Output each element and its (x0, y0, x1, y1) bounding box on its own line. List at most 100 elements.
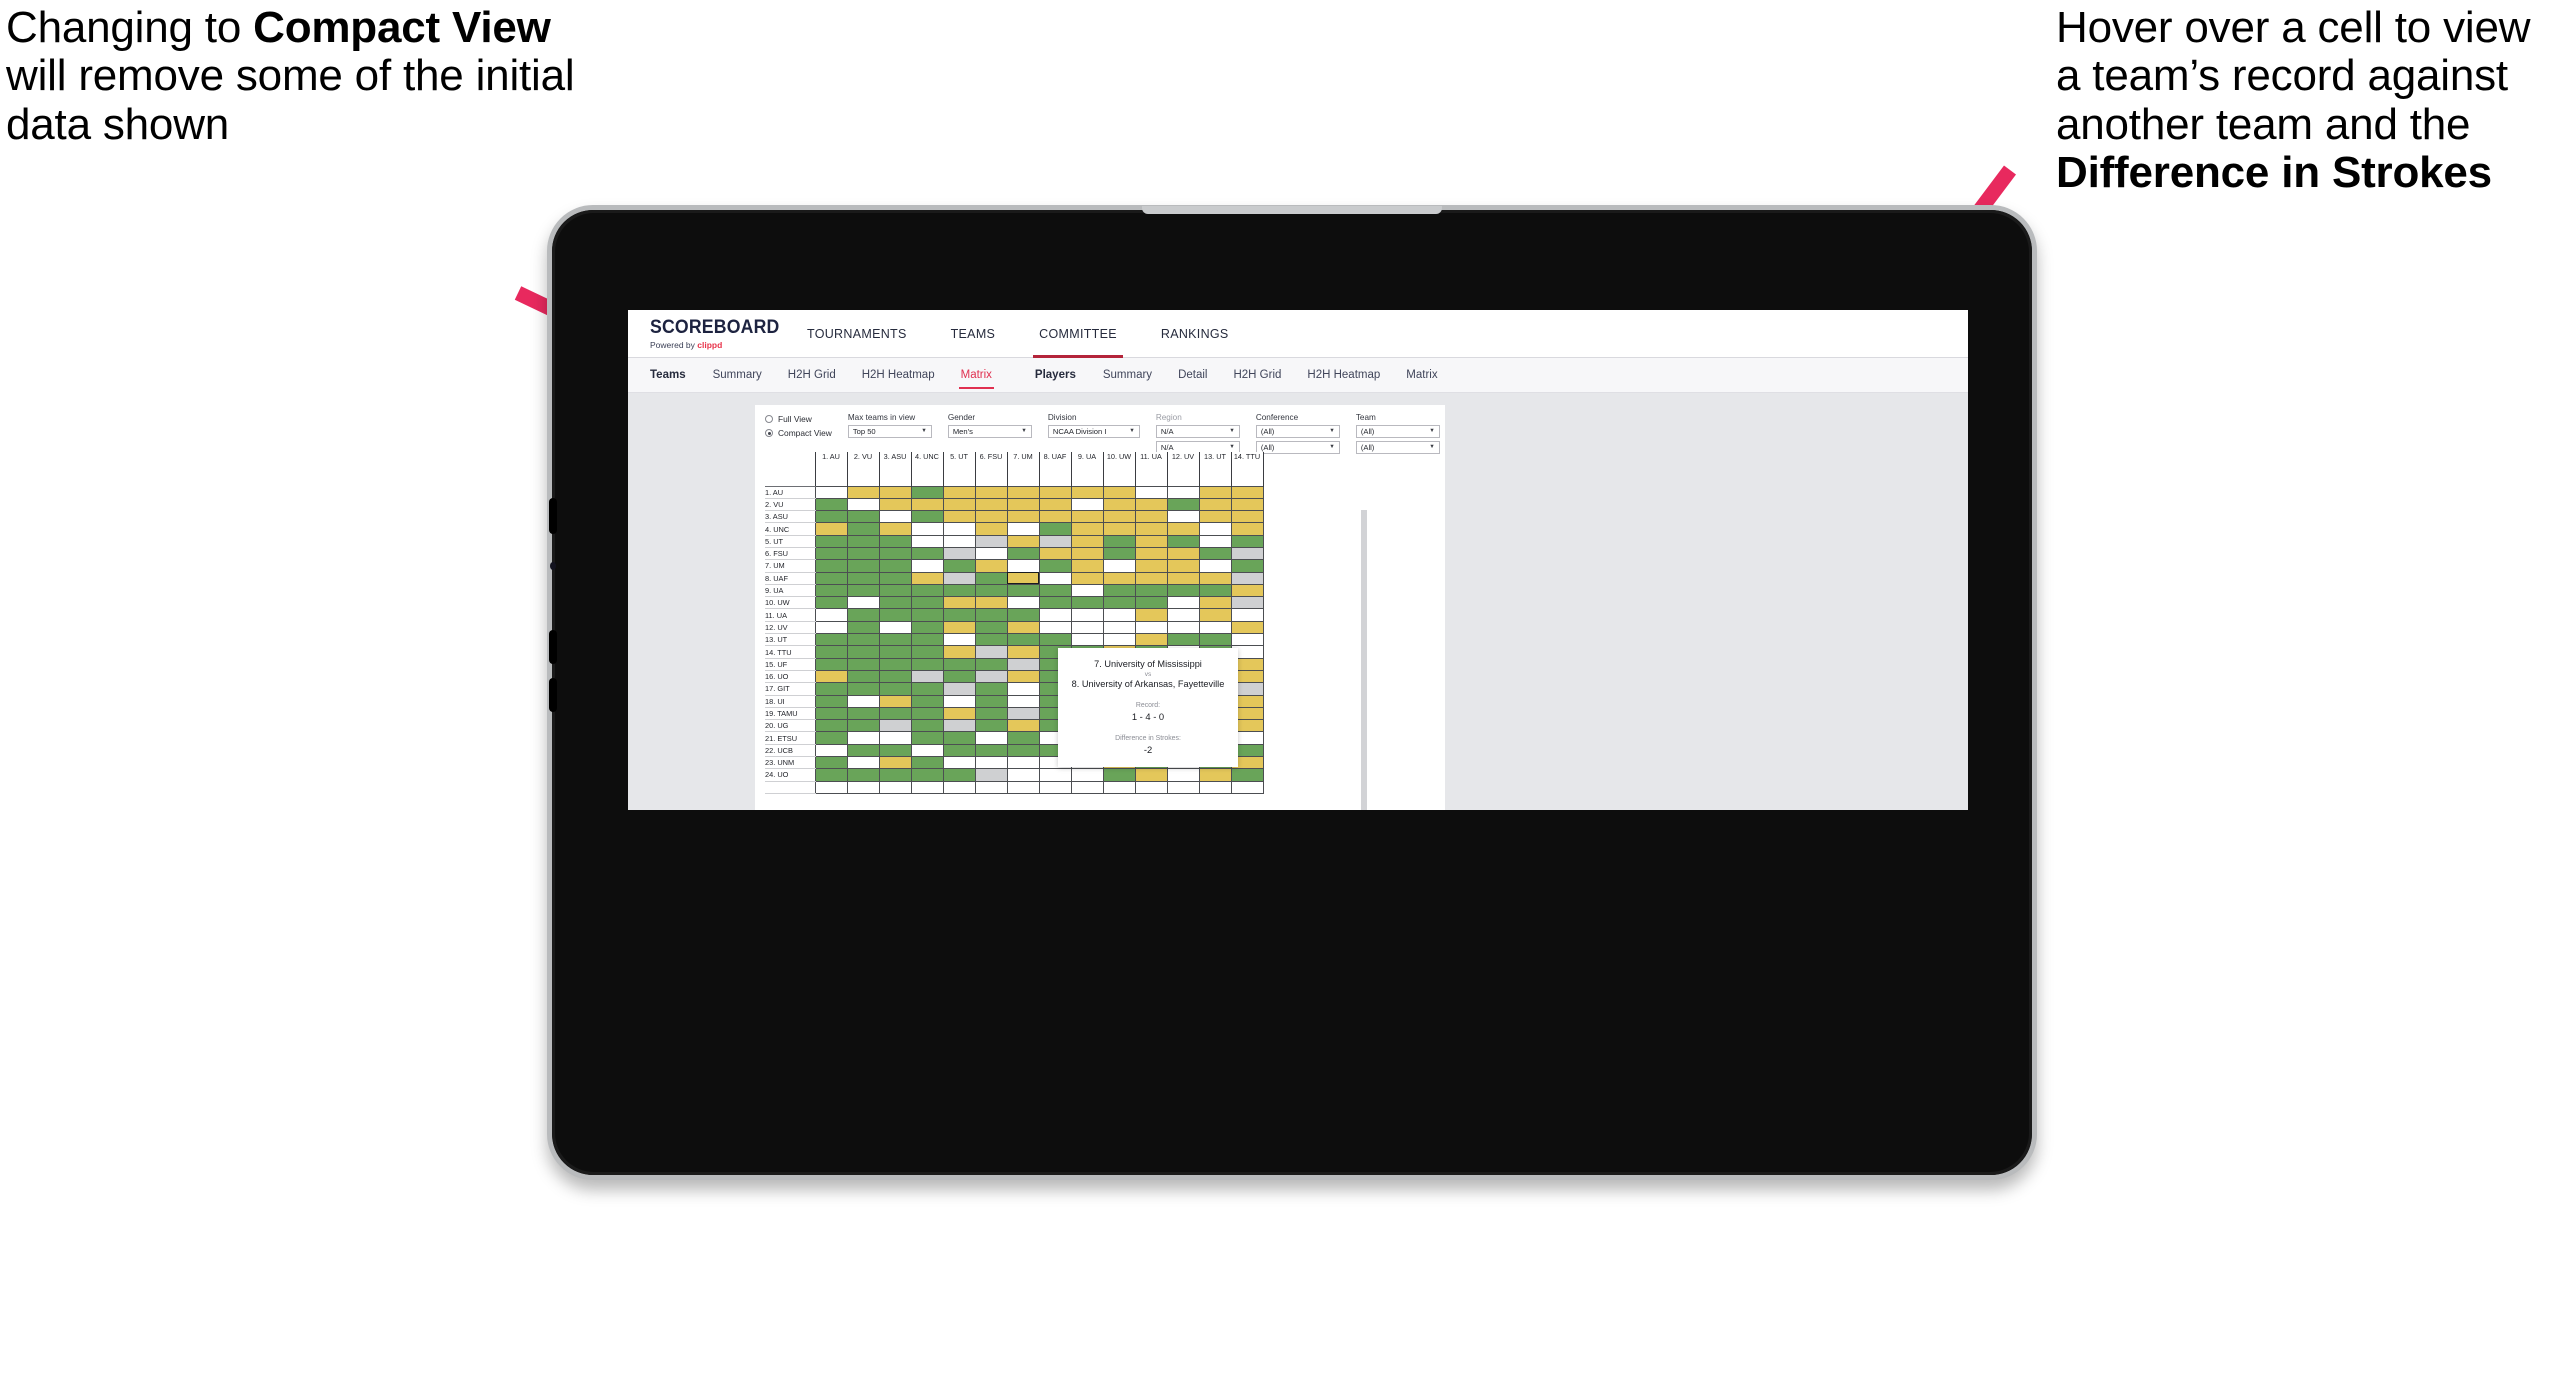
matrix-cell[interactable] (1134, 608, 1168, 622)
matrix-cell[interactable] (814, 534, 848, 548)
tab-teams-matrix[interactable]: Matrix (948, 358, 1005, 393)
matrix-cell[interactable] (910, 694, 944, 708)
matrix-cell[interactable] (1038, 485, 1072, 499)
matrix-cell[interactable] (878, 633, 912, 647)
matrix-cell[interactable] (1230, 571, 1264, 585)
matrix-cell[interactable] (878, 583, 912, 598)
matrix-cell[interactable] (942, 768, 976, 782)
matrix-col-header[interactable]: 13. UT (1198, 452, 1232, 476)
matrix-cell[interactable] (1134, 583, 1168, 598)
matrix-cell[interactable] (878, 768, 912, 782)
matrix-row-header[interactable]: 24. UO (765, 768, 815, 782)
matrix-cell[interactable] (878, 510, 912, 524)
matrix-row[interactable]: 4. UNC (765, 522, 1264, 536)
conference-select-1[interactable]: (All) ▼ (1255, 424, 1340, 438)
matrix-cell[interactable] (942, 669, 976, 684)
matrix-cell[interactable] (1134, 534, 1168, 548)
matrix-cell[interactable] (1230, 559, 1264, 573)
matrix-row[interactable]: 6. FSU (765, 546, 1264, 561)
matrix-cell[interactable] (1006, 559, 1040, 573)
scoreboard-logo[interactable]: SCOREBOARD Powered by clippd (650, 317, 785, 350)
matrix-cell[interactable] (942, 657, 976, 671)
matrix-cell[interactable] (942, 485, 976, 499)
matrix-cell[interactable] (1038, 571, 1072, 585)
matrix-cell[interactable] (814, 731, 848, 745)
matrix-cell[interactable] (974, 731, 1008, 745)
matrix-cell[interactable] (910, 583, 944, 598)
matrix-cell[interactable] (878, 731, 912, 745)
team-select-1[interactable]: (All) ▼ (1355, 424, 1440, 438)
matrix-cell[interactable] (974, 682, 1008, 696)
gender-select[interactable]: Men's ▼ (947, 424, 1032, 438)
tab-players-matrix[interactable]: Matrix (1393, 358, 1450, 393)
matrix-cell[interactable] (1006, 583, 1040, 598)
matrix-row-header[interactable]: 22. UCB (765, 744, 815, 758)
matrix-cell[interactable] (1102, 571, 1136, 585)
matrix-cell[interactable] (1198, 608, 1232, 622)
tab-players-h2h-heatmap[interactable]: H2H Heatmap (1294, 358, 1393, 393)
matrix-cell[interactable] (1070, 546, 1104, 561)
matrix-cell[interactable] (1102, 510, 1136, 524)
matrix-row[interactable]: 5. UT (765, 534, 1264, 548)
matrix-cell[interactable] (846, 731, 880, 745)
matrix-cell[interactable] (1070, 559, 1104, 573)
tab-players-detail[interactable]: Detail (1165, 358, 1220, 393)
matrix-cell[interactable] (910, 485, 944, 499)
matrix-cell[interactable] (910, 497, 944, 512)
matrix-cell[interactable] (1006, 645, 1040, 659)
matrix-col-header[interactable]: 3. ASU (878, 452, 912, 476)
matrix-cell[interactable] (814, 522, 848, 536)
matrix-cell[interactable] (942, 510, 976, 524)
matrix-cell[interactable] (1230, 510, 1264, 524)
matrix-cell[interactable] (1230, 620, 1264, 635)
matrix-cell[interactable] (878, 669, 912, 684)
matrix-cell[interactable] (942, 559, 976, 573)
matrix-cell[interactable] (942, 743, 976, 758)
matrix-row-header[interactable]: 14. TTU (765, 645, 815, 659)
matrix-cell[interactable] (878, 485, 912, 499)
matrix-cell[interactable] (878, 694, 912, 708)
matrix-col-header[interactable]: 10. UW (1102, 452, 1136, 476)
matrix-cell[interactable] (1102, 497, 1136, 512)
matrix-row-header[interactable]: 3. ASU (765, 510, 815, 524)
matrix-cell[interactable] (1038, 534, 1072, 548)
matrix-cell[interactable] (1198, 768, 1232, 782)
matrix-cell[interactable] (1198, 559, 1232, 573)
matrix-cell[interactable] (1102, 596, 1136, 610)
matrix-cell[interactable] (910, 559, 944, 573)
matrix-row-header[interactable]: 11. UA (765, 608, 815, 622)
matrix-cell[interactable] (1102, 522, 1136, 536)
matrix-cell[interactable] (1070, 596, 1104, 610)
matrix-cell[interactable] (1038, 497, 1072, 512)
matrix-cell[interactable] (814, 596, 848, 610)
matrix-cell[interactable] (814, 571, 848, 585)
matrix-cell[interactable] (846, 719, 880, 733)
matrix-cell[interactable] (974, 571, 1008, 585)
matrix-cell[interactable] (942, 645, 976, 659)
matrix-cell[interactable] (1038, 608, 1072, 622)
matrix-cell[interactable] (1198, 546, 1232, 561)
matrix-cell[interactable] (1070, 510, 1104, 524)
matrix-cell[interactable] (846, 694, 880, 708)
matrix-cell[interactable] (814, 608, 848, 622)
matrix-cell[interactable] (1166, 510, 1200, 524)
matrix-cell[interactable] (1006, 633, 1040, 647)
nav-tournaments[interactable]: TOURNAMENTS (785, 310, 929, 358)
matrix-cell[interactable] (846, 645, 880, 659)
matrix-vertical-scrollbar[interactable] (1361, 510, 1367, 810)
matrix-cell[interactable] (814, 497, 848, 512)
matrix-cell[interactable] (942, 633, 976, 647)
matrix-cell[interactable] (910, 645, 944, 659)
matrix-cell[interactable] (974, 510, 1008, 524)
matrix-cell[interactable] (1102, 583, 1136, 598)
matrix-cell[interactable] (1006, 571, 1040, 585)
matrix-cell[interactable] (910, 510, 944, 524)
matrix-cell[interactable] (974, 645, 1008, 659)
matrix-cell[interactable] (942, 596, 976, 610)
matrix-cell[interactable] (910, 743, 944, 758)
matrix-cell[interactable] (942, 571, 976, 585)
matrix-cell[interactable] (942, 694, 976, 708)
matrix-row[interactable]: 1. AU (765, 485, 1264, 499)
matrix-cell[interactable] (878, 546, 912, 561)
matrix-cell[interactable] (1230, 534, 1264, 548)
